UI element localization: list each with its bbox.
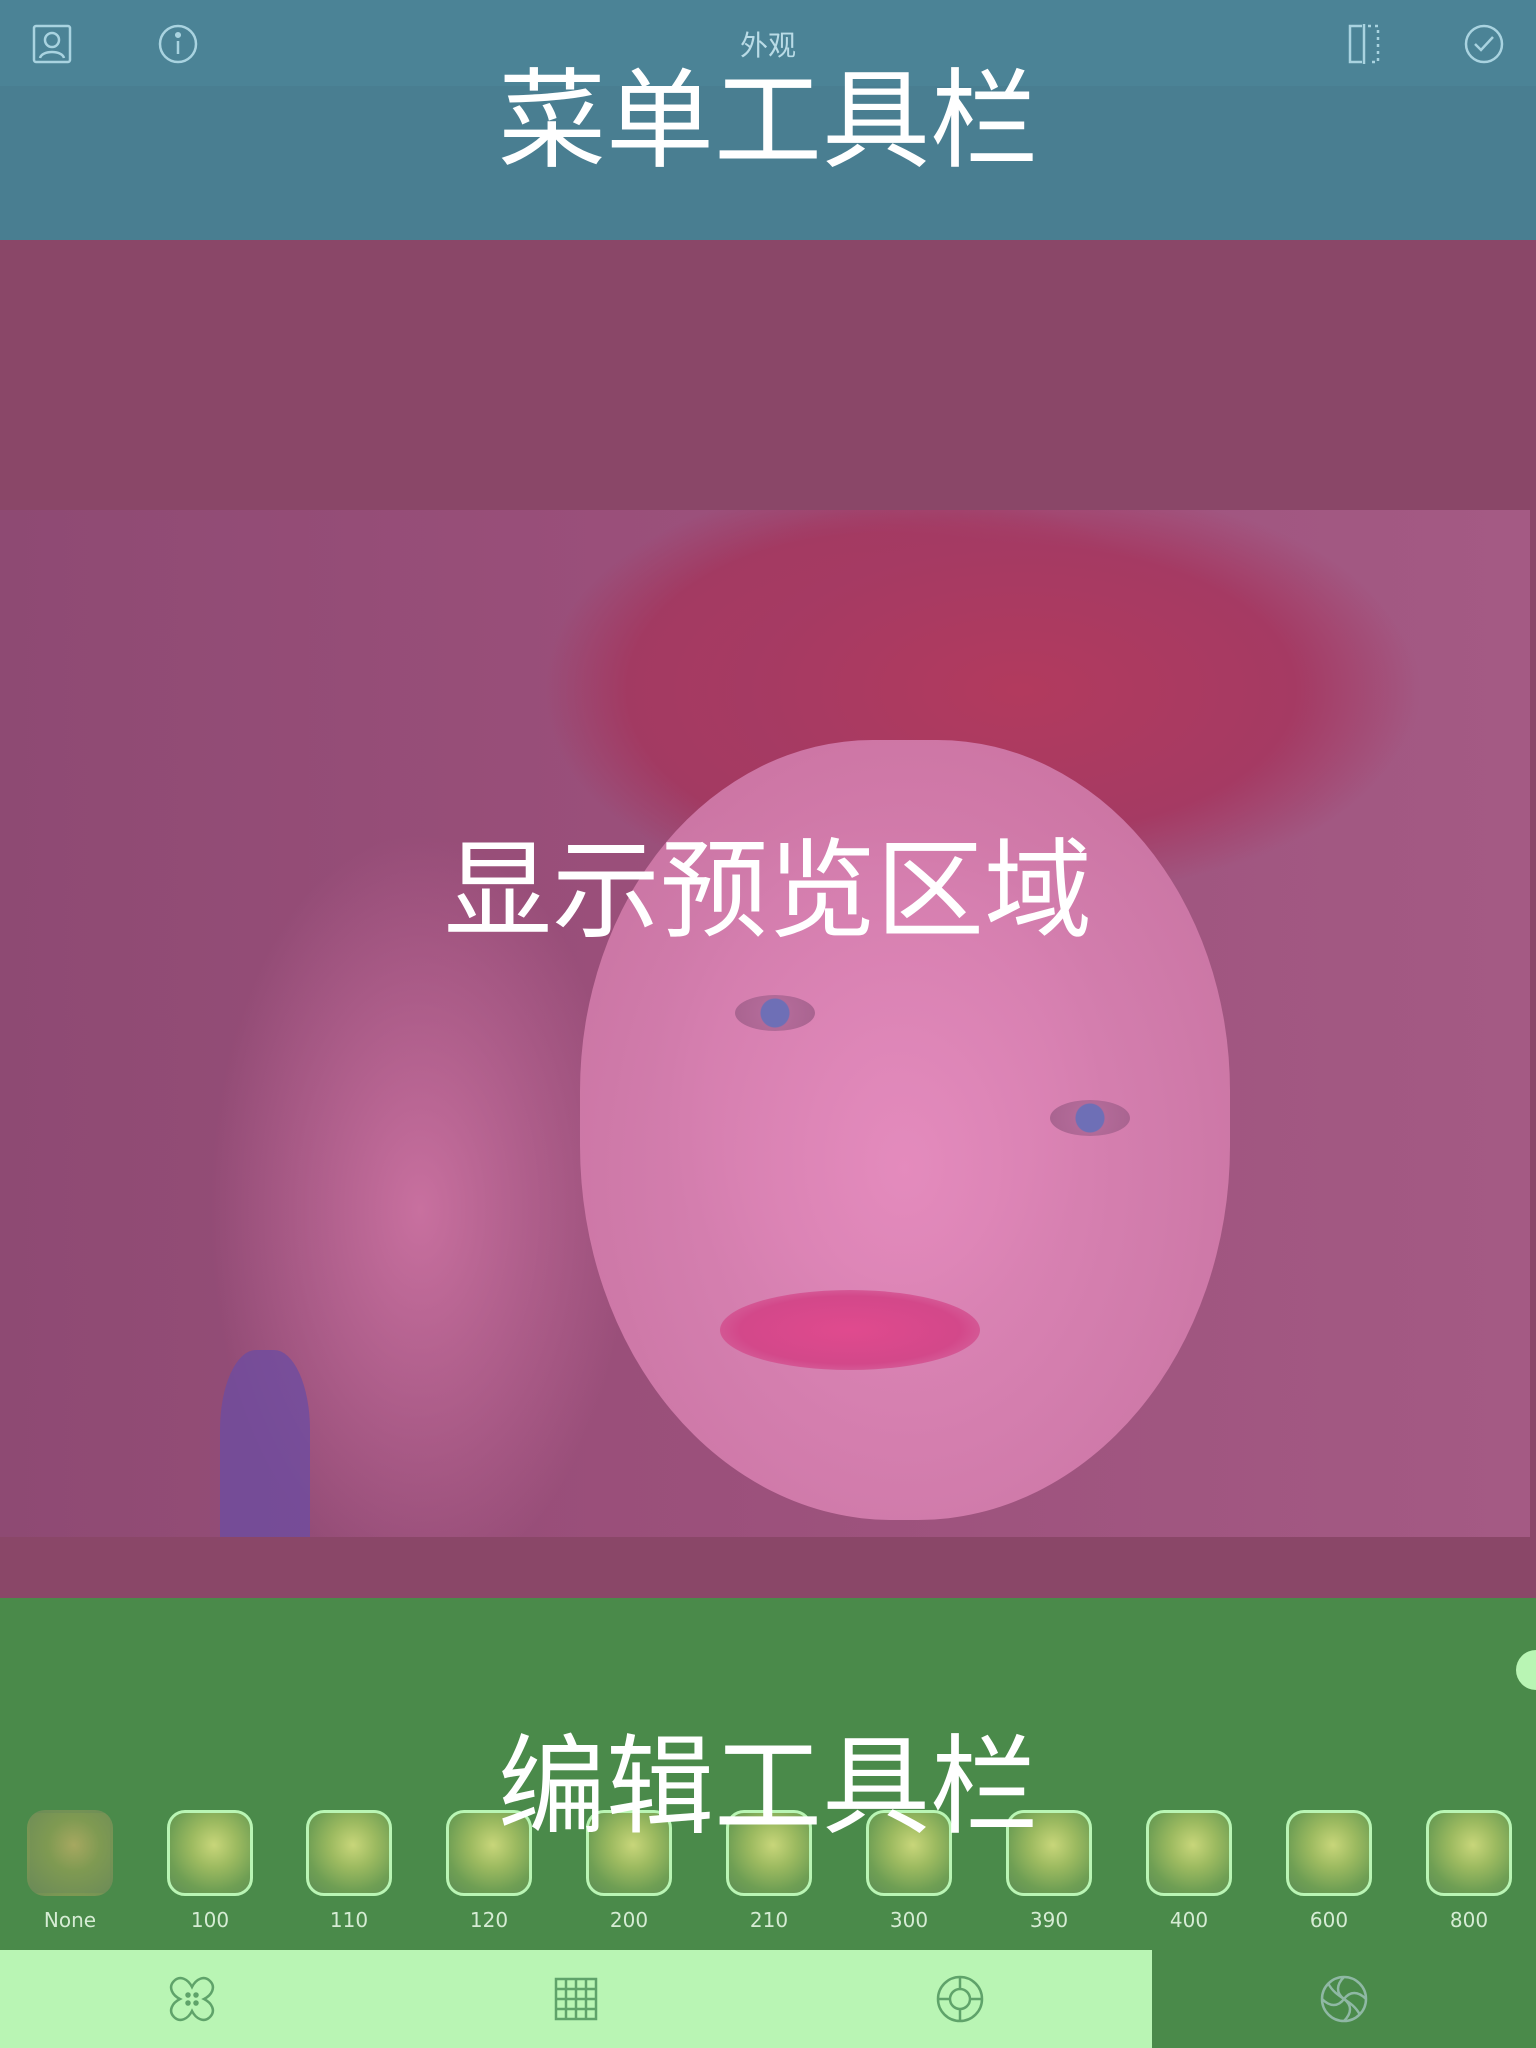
filter-label: 110 bbox=[329, 1908, 369, 1932]
page-title: 外观 bbox=[739, 29, 796, 62]
filter-label: 210 bbox=[749, 1908, 789, 1932]
tab-aperture[interactable] bbox=[768, 1950, 1152, 2048]
filter-label: None bbox=[43, 1908, 97, 1932]
photo-left-eye bbox=[735, 995, 815, 1031]
bottom-tab-bar bbox=[0, 1950, 1536, 2048]
grid-icon bbox=[554, 1977, 598, 2021]
tab-swirl[interactable] bbox=[1152, 1950, 1536, 2048]
confirm-check-icon[interactable] bbox=[1460, 20, 1508, 68]
filter-label: 100 bbox=[190, 1908, 230, 1932]
swirl-icon bbox=[1320, 1975, 1368, 2023]
filter-label: 400 bbox=[1169, 1908, 1209, 1932]
filter-label: 600 bbox=[1309, 1908, 1349, 1932]
healing-icon bbox=[169, 1976, 215, 2022]
photo-right-eye bbox=[1050, 1100, 1130, 1136]
edit-toolbar-label: 编辑工具栏 bbox=[497, 1725, 1038, 1850]
filter-label: 800 bbox=[1449, 1908, 1489, 1932]
photo-shoulder bbox=[220, 1350, 310, 1537]
photo-lips bbox=[720, 1290, 980, 1370]
filter-label: 390 bbox=[1029, 1908, 1069, 1932]
aperture-icon bbox=[936, 1975, 984, 2023]
compare-icon[interactable] bbox=[1340, 20, 1388, 68]
filter-label: 300 bbox=[889, 1908, 929, 1932]
tab-healing[interactable] bbox=[0, 1950, 384, 2048]
tab-grid[interactable] bbox=[384, 1950, 768, 2048]
preview-area-label: 显示预览区域 bbox=[443, 829, 1092, 954]
filter-label: 120 bbox=[469, 1908, 509, 1932]
filter-label: 200 bbox=[609, 1908, 649, 1932]
preview-photo bbox=[0, 510, 1530, 1537]
menu-toolbar-label: 菜单工具栏 bbox=[497, 59, 1038, 184]
